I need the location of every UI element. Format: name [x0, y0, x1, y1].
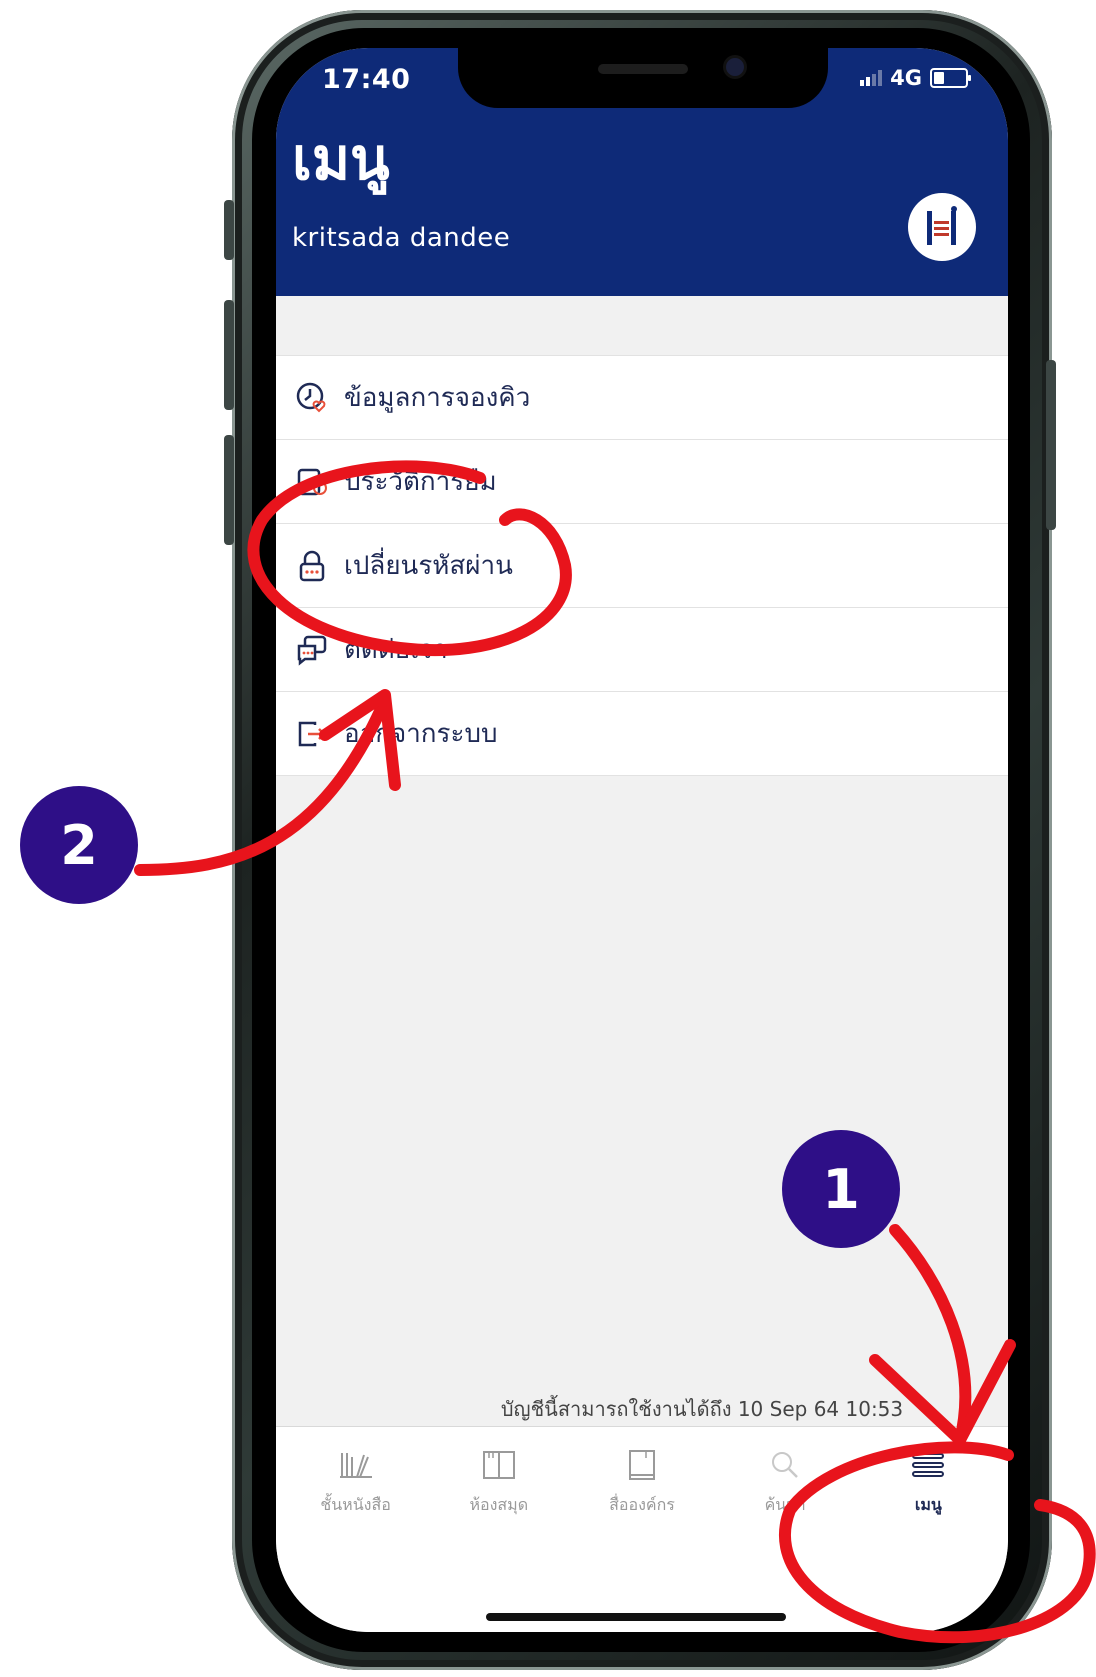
page-title: เมนู — [292, 125, 390, 193]
mute-switch — [224, 200, 234, 260]
menu-item-change-password[interactable]: เปลี่ยนรหัสผ่าน — [276, 524, 1008, 608]
account-expiry-notice: บัญชีนี้สามารถใช้งานได้ถึง 10 Sep 64 10:… — [500, 1397, 904, 1421]
tab-label: สื่อองค์กร — [609, 1495, 675, 1514]
volume-down-button — [224, 435, 234, 545]
speaker — [598, 64, 688, 74]
logout-icon — [294, 716, 330, 752]
app-screen: 17:40 4G เมนู kritsada dandee ข้อมูลการจ… — [276, 48, 1008, 1632]
step-1-badge: 1 — [782, 1130, 900, 1248]
home-indicator — [486, 1613, 786, 1621]
battery-icon — [930, 68, 971, 88]
lock-icon — [294, 548, 330, 584]
signal-icon — [860, 70, 883, 86]
app-header: 17:40 4G เมนู kritsada dandee — [276, 48, 1008, 296]
menu-item-label: ข้อมูลการจองคิว — [344, 383, 531, 413]
menu-item-label: ติดต่อเรา — [344, 635, 448, 665]
bookshelf-icon — [336, 1445, 376, 1485]
status-time: 17:40 — [322, 64, 411, 95]
clock-heart-icon — [294, 380, 330, 416]
menu-item-label: ประวัติการยืม — [344, 467, 497, 497]
chat-icon — [294, 632, 330, 668]
menu-item-contact-us[interactable]: ติดต่อเรา — [276, 608, 1008, 692]
menu-item-queue-info[interactable]: ข้อมูลการจองคิว — [276, 356, 1008, 440]
library-logo-icon — [927, 206, 957, 245]
menu-list: ข้อมูลการจองคิว ประวัติการยืม เปลี่ยนรหั… — [276, 355, 1008, 776]
tab-bookshelf[interactable]: ชั้นหนังสือ — [296, 1427, 416, 1632]
tab-library[interactable]: ห้องสมุด — [439, 1427, 559, 1632]
menu-item-borrow-history[interactable]: ประวัติการยืม — [276, 440, 1008, 524]
user-name: kritsada dandee — [292, 223, 511, 253]
tab-menu[interactable]: เมนู — [868, 1427, 988, 1632]
status-indicators: 4G — [860, 66, 971, 90]
hamburger-icon — [908, 1445, 948, 1485]
history-icon — [294, 464, 330, 500]
step-2-badge: 2 — [20, 786, 138, 904]
bottom-tab-bar: ชั้นหนังสือ ห้องสมุด สื่อองค์กร ค้นหา เม… — [276, 1426, 1008, 1632]
menu-item-label: ออกจากระบบ — [344, 719, 498, 749]
tab-label: ชั้นหนังสือ — [320, 1495, 391, 1514]
search-icon — [765, 1445, 805, 1485]
front-camera — [726, 58, 744, 76]
tab-label: ห้องสมุด — [469, 1495, 529, 1514]
menu-item-logout[interactable]: ออกจากระบบ — [276, 692, 1008, 776]
tab-label: ค้นหา — [764, 1495, 806, 1514]
network-type: 4G — [890, 66, 922, 90]
power-button — [1046, 360, 1056, 530]
menu-item-label: เปลี่ยนรหัสผ่าน — [344, 551, 513, 581]
tab-search[interactable]: ค้นหา — [725, 1427, 845, 1632]
tab-media[interactable]: สื่อองค์กร — [582, 1427, 702, 1632]
app-logo-avatar[interactable] — [908, 193, 976, 261]
media-icon — [622, 1445, 662, 1485]
volume-up-button — [224, 300, 234, 410]
library-icon — [479, 1445, 519, 1485]
tab-label: เมนู — [914, 1495, 942, 1514]
notch — [458, 48, 828, 108]
